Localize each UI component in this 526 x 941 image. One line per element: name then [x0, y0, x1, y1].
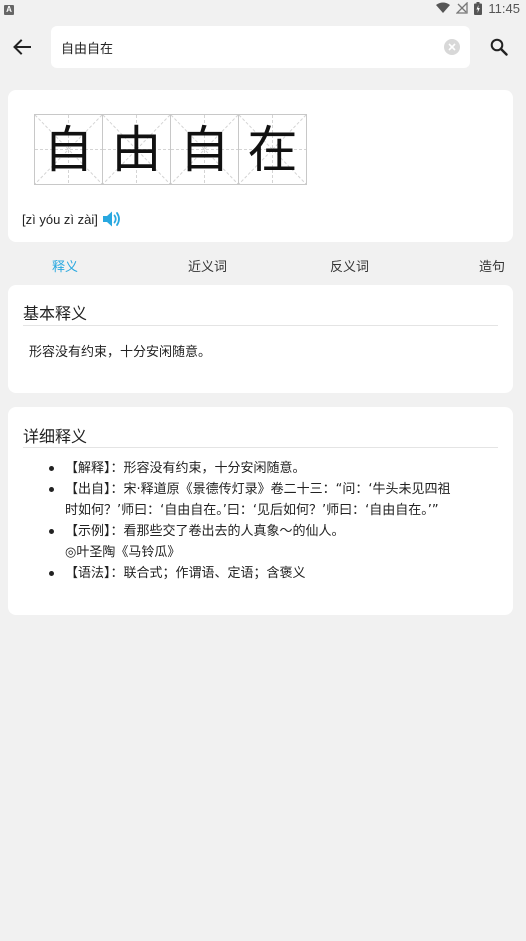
search-header — [0, 22, 526, 72]
character-cell: 自 — [34, 114, 103, 185]
section-tabs: 释义 近义词 反义词 造句 — [0, 252, 526, 278]
list-item-line: 【解释】：形容没有约束，十分安闲随意。 — [65, 461, 306, 476]
character-cell: 在 — [238, 114, 307, 185]
detail-list: 【解释】：形容没有约束，十分安闲随意。 【出自】：宋·释道原《景德传灯录》卷二十… — [49, 458, 499, 584]
search-input[interactable] — [61, 39, 444, 55]
list-item: 【示例】：看那些交了卷出去的人真象～的仙人。 ◎叶圣陶《马铃瓜》 — [49, 521, 499, 563]
tab-sentences[interactable]: 造句 — [479, 256, 505, 275]
status-left: A — [4, 1, 14, 15]
list-item-line: ◎叶圣陶《马铃瓜》 — [65, 545, 181, 560]
divider — [23, 325, 498, 326]
tab-synonyms[interactable]: 近义词 — [188, 256, 227, 275]
tab-antonyms[interactable]: 反义词 — [330, 256, 369, 275]
basic-definition-text: 形容没有约束，十分安闲随意。 — [29, 345, 212, 360]
status-time: 11:45 — [488, 0, 520, 16]
character-grid-row: 自 由 自 在 — [34, 114, 307, 185]
search-button[interactable] — [487, 35, 511, 59]
speaker-icon — [102, 211, 120, 227]
search-box — [51, 26, 470, 68]
character-text: 由 — [111, 120, 162, 179]
close-icon — [448, 43, 456, 51]
arrow-left-icon — [13, 39, 31, 55]
list-item: 【解释】：形容没有约束，十分安闲随意。 — [49, 458, 499, 479]
character-text: 自 — [179, 120, 230, 179]
divider — [23, 447, 498, 448]
word-hero-card: 自 由 自 在 [zì yóu zì zài] — [8, 90, 513, 242]
basic-definition-card: 基本释义 形容没有约束，十分安闲随意。 — [8, 285, 513, 393]
status-right: 11:45 — [436, 1, 520, 16]
list-item-line: 【示例】：看那些交了卷出去的人真象～的仙人。 — [65, 524, 345, 539]
list-item: 【语法】：联合式；作谓语、定语；含褒义 — [49, 563, 499, 584]
wifi-icon — [436, 2, 451, 13]
status-bar: A 11:45 — [0, 0, 526, 16]
clear-button[interactable] — [444, 39, 460, 55]
basic-definition-title: 基本释义 — [23, 304, 88, 323]
list-item-line: 【出自】：宋·释道原《景德传灯录》卷二十三：“问：‘牛头未见四祖 — [65, 482, 451, 497]
tab-definition[interactable]: 释义 — [52, 256, 78, 275]
pinyin-text: [zì yóu zì zài] — [22, 211, 98, 227]
pronounce-button[interactable] — [102, 210, 122, 228]
pinyin-row: [zì yóu zì zài] — [22, 210, 122, 228]
no-signal-icon — [456, 2, 469, 14]
list-item-line: 【语法】：联合式；作谓语、定语；含褒义 — [65, 566, 306, 581]
back-button[interactable] — [10, 35, 34, 59]
battery-icon — [474, 1, 483, 15]
list-item-line: 时如何？’师曰：‘自由自在。’曰：‘见后如何？’师曰：‘自由自在。’” — [65, 503, 439, 518]
character-cell: 自 — [170, 114, 239, 185]
list-item: 【出自】：宋·释道原《景德传灯录》卷二十三：“问：‘牛头未见四祖 时如何？’师曰… — [49, 479, 499, 521]
detailed-definition-card: 详细释义 【解释】：形容没有约束，十分安闲随意。 【出自】：宋·释道原《景德传灯… — [8, 407, 513, 615]
character-cell: 由 — [102, 114, 171, 185]
character-text: 自 — [43, 120, 94, 179]
detailed-definition-title: 详细释义 — [23, 427, 88, 446]
search-icon — [490, 38, 508, 56]
character-text: 在 — [247, 120, 298, 179]
notification-a-icon: A — [4, 5, 14, 15]
